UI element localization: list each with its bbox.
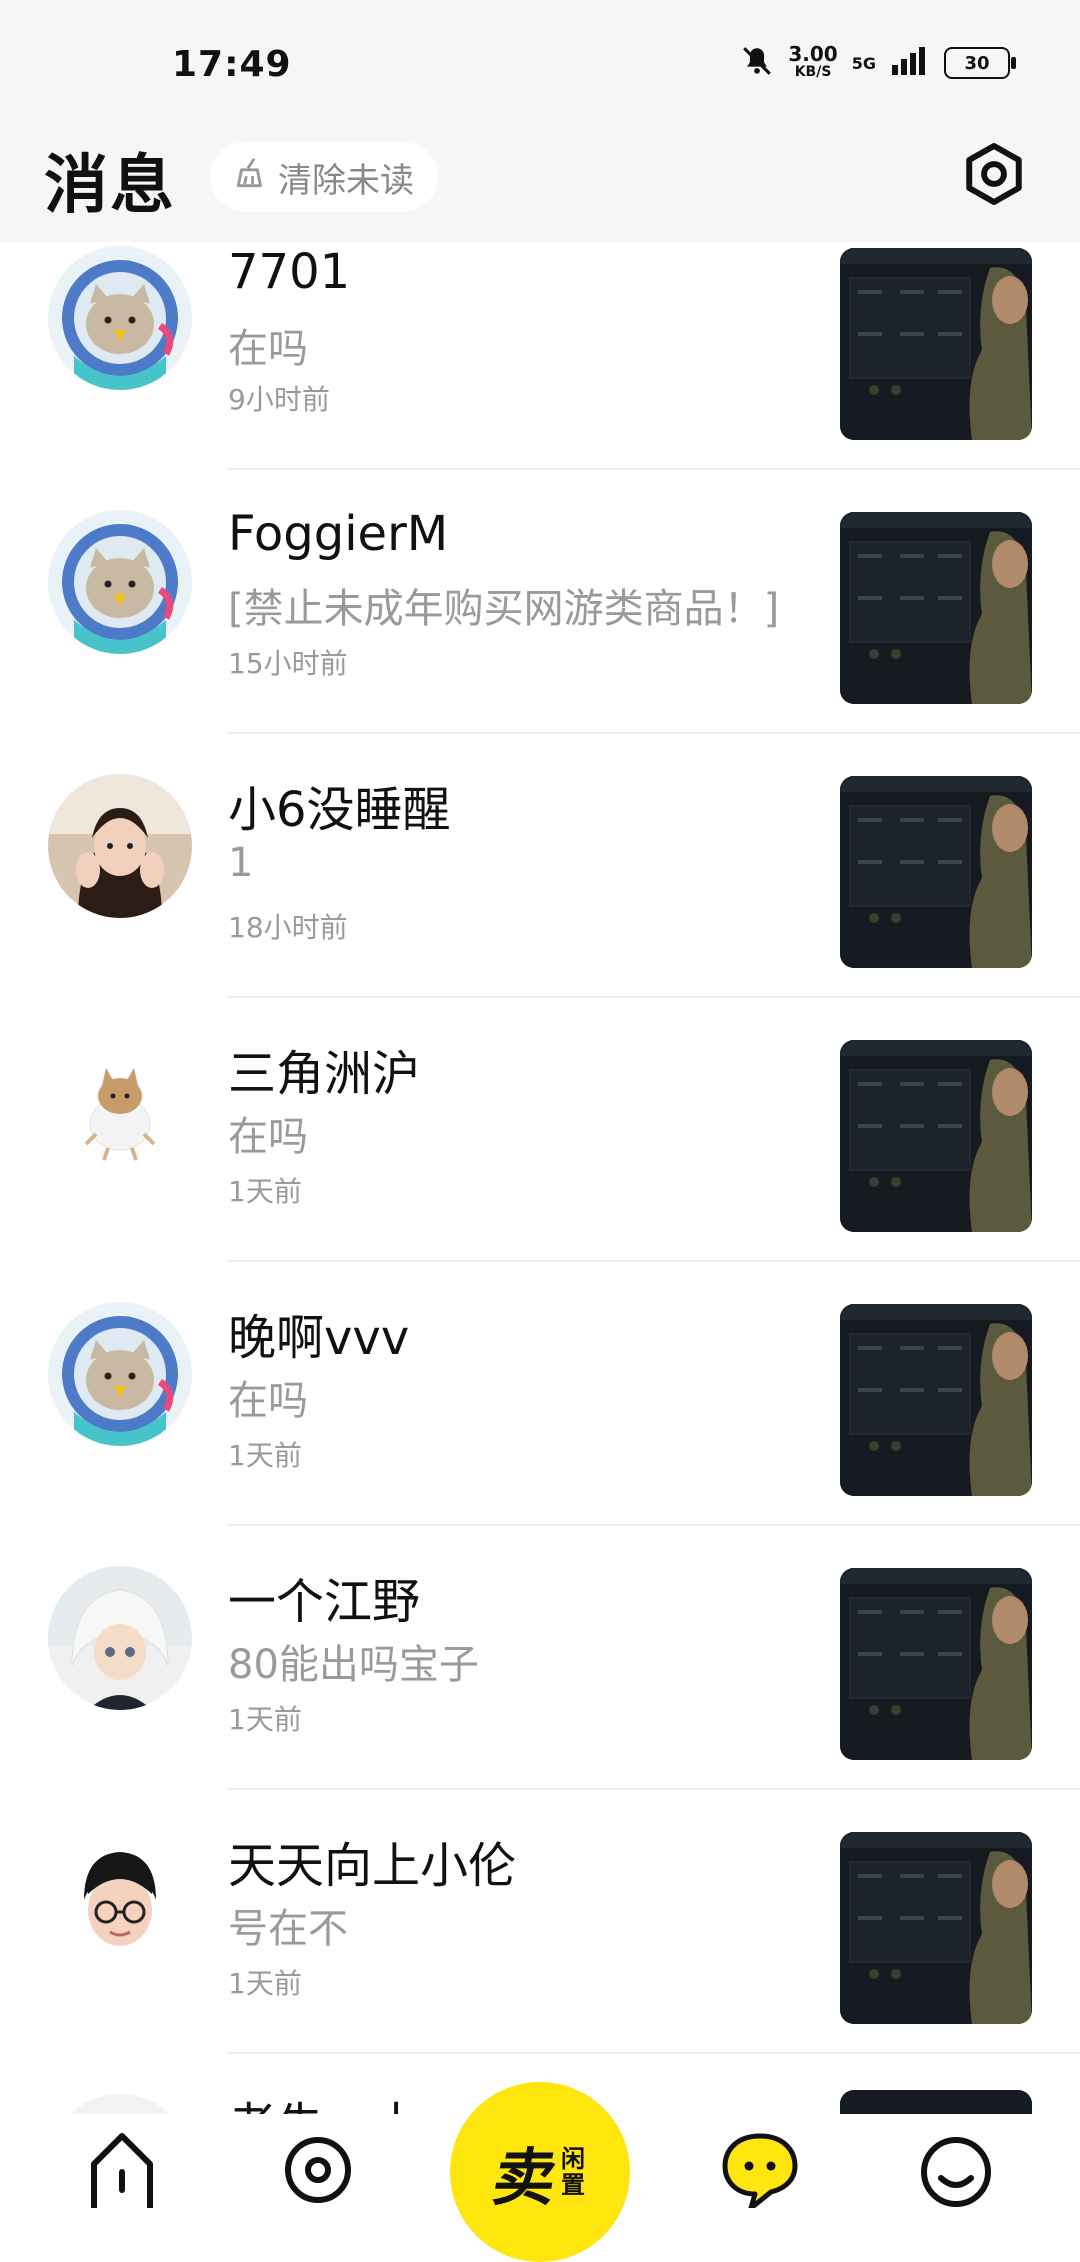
network-type: 5G (851, 53, 876, 73)
message-time: 9小时前 (228, 383, 330, 416)
item-thumbnail[interactable] (840, 1304, 1032, 1496)
home-icon (86, 2130, 158, 2212)
last-message: 号在不 (228, 1906, 348, 1952)
item-thumbnail[interactable] (840, 512, 1032, 704)
sell-button[interactable]: 卖 闲 置 (450, 2082, 630, 2262)
avatar[interactable] (48, 774, 192, 918)
network-speed: 3.00 KB/S (788, 42, 838, 80)
mute-bell-icon (740, 44, 774, 82)
conversation-item[interactable]: 天天向上小伦 号在不 1天前 (0, 1826, 1080, 2090)
last-message: 1 (228, 840, 254, 886)
message-time: 1天前 (228, 1439, 302, 1472)
battery-icon: 30 (944, 47, 1016, 79)
sell-sublabel: 闲 置 (561, 2145, 585, 2199)
contact-name: 晚啊vvv (228, 1310, 410, 1366)
conversation-item[interactable]: 晚啊vvv 在吗 1天前 (0, 1298, 1080, 1562)
last-message: 在吗 (228, 1378, 308, 1424)
last-message: [禁止未成年购买网游类商品！] (228, 586, 780, 632)
item-thumbnail[interactable] (840, 2090, 1032, 2114)
item-thumbnail[interactable] (840, 776, 1032, 968)
avatar[interactable] (48, 1038, 192, 1182)
item-thumbnail[interactable] (840, 248, 1032, 440)
row-divider (228, 2052, 1080, 2054)
message-time: 1天前 (228, 1967, 302, 2000)
row-divider (228, 468, 1080, 470)
smile-face-icon (917, 2130, 995, 2212)
clear-unread-label: 清除未读 (278, 160, 414, 201)
nav-discover[interactable] (278, 2132, 358, 2212)
contact-name: FoggierM (228, 506, 449, 562)
last-message: 在吗 (228, 326, 308, 372)
location-icon (282, 2130, 354, 2212)
nav-messages[interactable] (720, 2132, 800, 2212)
contact-name: 7701 (228, 244, 351, 300)
last-message: 在吗 (228, 1114, 308, 1160)
row-divider (228, 1788, 1080, 1790)
contact-name: 小6没睡醒 (228, 782, 451, 838)
message-time: 1天前 (228, 1175, 302, 1208)
contact-name: 三角洲沪 (228, 1046, 421, 1102)
conversation-item[interactable]: 三角洲沪 在吗 1天前 (0, 1034, 1080, 1298)
row-divider (228, 1260, 1080, 1262)
avatar[interactable] (48, 1566, 192, 1710)
item-thumbnail[interactable] (840, 1040, 1032, 1232)
signal-icon (890, 45, 930, 81)
nav-profile[interactable] (916, 2132, 996, 2212)
chat-icon (721, 2130, 799, 2212)
nav-home[interactable] (82, 2132, 162, 2212)
conversation-item[interactable]: 一个江野 80能出吗宝子 1天前 (0, 1562, 1080, 1826)
settings-button[interactable] (958, 140, 1030, 212)
avatar[interactable] (48, 510, 192, 654)
gear-icon (961, 141, 1027, 211)
avatar[interactable] (48, 2094, 192, 2114)
avatar[interactable] (48, 1302, 192, 1446)
broom-icon (232, 154, 270, 201)
avatar[interactable] (48, 1830, 192, 1974)
message-time: 15小时前 (228, 647, 348, 680)
last-message: 80能出吗宝子 (228, 1642, 479, 1688)
avatar[interactable] (48, 246, 192, 390)
conversation-item[interactable]: 小6没睡醒 1 18小时前 (0, 770, 1080, 1034)
header: 消息 清除未读 (0, 130, 1080, 242)
status-time: 17:49 (172, 44, 292, 85)
contact-name: 天天向上小伦 (228, 1838, 517, 1894)
conversation-item[interactable]: FoggierM [禁止未成年购买网游类商品！] 15小时前 (0, 506, 1080, 770)
conversation-item[interactable]: 7701 在吗 9小时前 (0, 242, 1080, 506)
status-icons: 3.00 KB/S 5G 30 (740, 42, 1016, 82)
message-time: 18小时前 (228, 911, 348, 944)
clear-unread-button[interactable]: 清除未读 (210, 142, 438, 212)
row-divider (228, 732, 1080, 734)
row-divider (228, 996, 1080, 998)
message-time: 1天前 (228, 1703, 302, 1736)
contact-name: 一个江野 (228, 1574, 421, 1630)
row-divider (228, 1524, 1080, 1526)
item-thumbnail[interactable] (840, 1832, 1032, 2024)
conversation-list[interactable]: 7701 在吗 9小时前 FoggierM [禁止未成年购买网游类商品！] 15… (0, 242, 1080, 2114)
status-bar: 17:49 3.00 KB/S 5G 30 (0, 0, 1080, 130)
page-title: 消息 (44, 149, 176, 223)
sell-label: 卖 (487, 2141, 563, 2214)
contact-name: 老朱一十一 (228, 2086, 468, 2114)
item-thumbnail[interactable] (840, 1568, 1032, 1760)
